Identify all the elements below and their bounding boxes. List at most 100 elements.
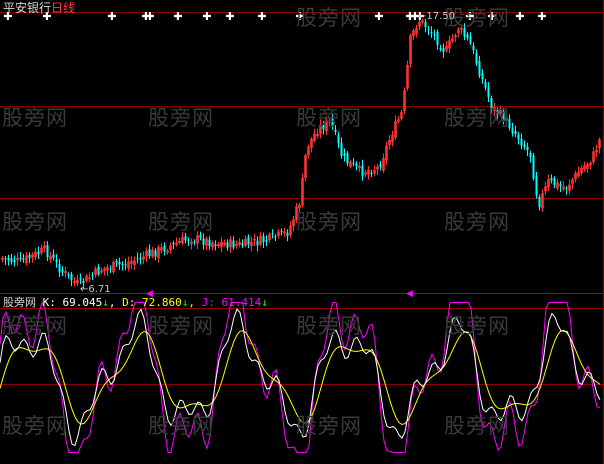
candle-body — [436, 31, 439, 46]
candle-body — [4, 258, 7, 260]
candle-body — [274, 236, 277, 238]
candle-body — [241, 243, 244, 246]
signal-cross-icon: ✚ — [173, 10, 182, 23]
candle-body — [79, 278, 82, 280]
candle-body — [118, 261, 121, 265]
watermark: 股旁网 — [2, 106, 68, 130]
marker-left-icon: ◀ — [406, 289, 413, 299]
candle-body — [70, 274, 73, 281]
candle-body — [82, 281, 85, 284]
candle-body — [478, 61, 481, 76]
price-candles — [1, 16, 601, 289]
candle-body — [484, 81, 487, 88]
candle-body — [232, 240, 235, 248]
signal-cross-icon: ✚ — [107, 10, 116, 23]
k-value: 69.045 — [62, 296, 103, 309]
candle-body — [154, 250, 157, 257]
candle-body — [379, 164, 382, 168]
high-price-label: ←17.50 — [418, 11, 456, 22]
candle-body — [97, 266, 100, 275]
candle-body — [184, 236, 187, 241]
candle-body — [520, 138, 523, 146]
candle-body — [439, 47, 442, 50]
candle-body — [511, 128, 514, 133]
candle-body — [124, 264, 127, 266]
signal-markers: ✚ ✚ ✚ ✚✚ ✚ ✚ ✚ ✚ ✚ ✚ ✚✚✚ ✚ ✚ ✚ ✚◀ ◀ — [3, 10, 546, 299]
d-label: D: — [122, 296, 136, 309]
candle-body — [163, 245, 166, 252]
k-down-arrow-icon: ↓ — [102, 296, 109, 309]
candle-body — [52, 254, 55, 258]
signal-cross-icon: ✚ — [537, 10, 546, 23]
d-value: 72.860 — [142, 296, 182, 309]
watermark: 股旁网 — [296, 210, 362, 234]
watermark: 股旁网 — [444, 210, 510, 234]
candle-body — [10, 257, 13, 262]
watermark: 股旁网 — [296, 6, 362, 30]
candle-body — [481, 73, 484, 80]
candle-body — [427, 29, 430, 31]
candle-body — [226, 242, 229, 248]
low-price-label: ←6.71 — [80, 284, 111, 295]
candle-body — [346, 152, 349, 164]
candle-body — [355, 163, 358, 167]
watermark: 股旁网 — [148, 106, 214, 130]
candle-body — [472, 45, 475, 51]
signal-cross-icon: ✚ — [145, 10, 154, 23]
watermark: 股旁网 — [444, 414, 510, 438]
candle-body — [526, 146, 529, 151]
candle-body — [337, 134, 340, 144]
candle-body — [538, 196, 541, 208]
candle-body — [550, 177, 553, 181]
candle-body — [139, 257, 142, 260]
watermark: 股旁网 — [296, 414, 362, 438]
candle-body — [361, 165, 364, 177]
candle-body — [565, 188, 568, 190]
candle-body — [514, 130, 517, 134]
j-label: J: — [201, 296, 215, 309]
watermark: 股旁网 — [444, 106, 510, 130]
candle-body — [109, 268, 112, 270]
signal-cross-icon: ✚ — [202, 10, 211, 23]
candle-body — [7, 257, 10, 261]
candle-body — [115, 261, 118, 263]
stock-chart-window: ✚ ✚ ✚ ✚ ✚ ✚ ✚ ✚ ✚ ✚ ✚ ✚ ✚ ✚ ✚ ✚ ✚ ✚ ◀ ◀ 股旁网 股旁网 股旁网 股旁网 股旁网… — [0, 0, 604, 464]
candle-body — [442, 48, 445, 52]
j-value: 61.414 — [221, 296, 262, 309]
k-label: K: — [42, 296, 56, 309]
watermark: 股旁网 — [2, 314, 68, 338]
candle-body — [517, 134, 520, 140]
candle-body — [430, 31, 433, 33]
period-label[interactable]: 日线 — [51, 1, 75, 15]
candle-body — [532, 155, 535, 179]
indicator-name[interactable]: 股旁网 — [3, 296, 36, 309]
candle-body — [13, 259, 16, 263]
candle-body — [187, 240, 190, 242]
candle-body — [487, 87, 490, 97]
candle-body — [37, 251, 40, 255]
candle-body — [19, 257, 22, 259]
candle-body — [529, 152, 532, 158]
candle-body — [262, 235, 265, 243]
watermark: 股旁网 — [296, 106, 362, 130]
candle-body — [271, 233, 274, 235]
candle-body — [370, 172, 373, 175]
signal-cross-icon: ✚ — [374, 10, 383, 23]
signal-cross-icon: ✚ — [515, 10, 524, 23]
watermark: 股旁网 — [2, 210, 68, 234]
kdj-readout: 股旁网 K: 69.045↓, D: 72.860↓, J: 61.414↓ — [3, 296, 268, 309]
candle-body — [469, 36, 472, 43]
candle-body — [265, 240, 268, 242]
candle-body — [475, 52, 478, 64]
candle-body — [58, 264, 61, 273]
watermark: 股旁网 — [2, 414, 68, 438]
candle-body — [559, 184, 562, 186]
candle-body — [535, 175, 538, 196]
candle-body — [553, 178, 556, 186]
candle-body — [67, 274, 70, 276]
watermark: 股旁网 — [148, 314, 214, 338]
candle-body — [55, 259, 58, 262]
candle-body — [61, 269, 64, 273]
candle-body — [148, 249, 151, 256]
candle-body — [136, 258, 139, 260]
